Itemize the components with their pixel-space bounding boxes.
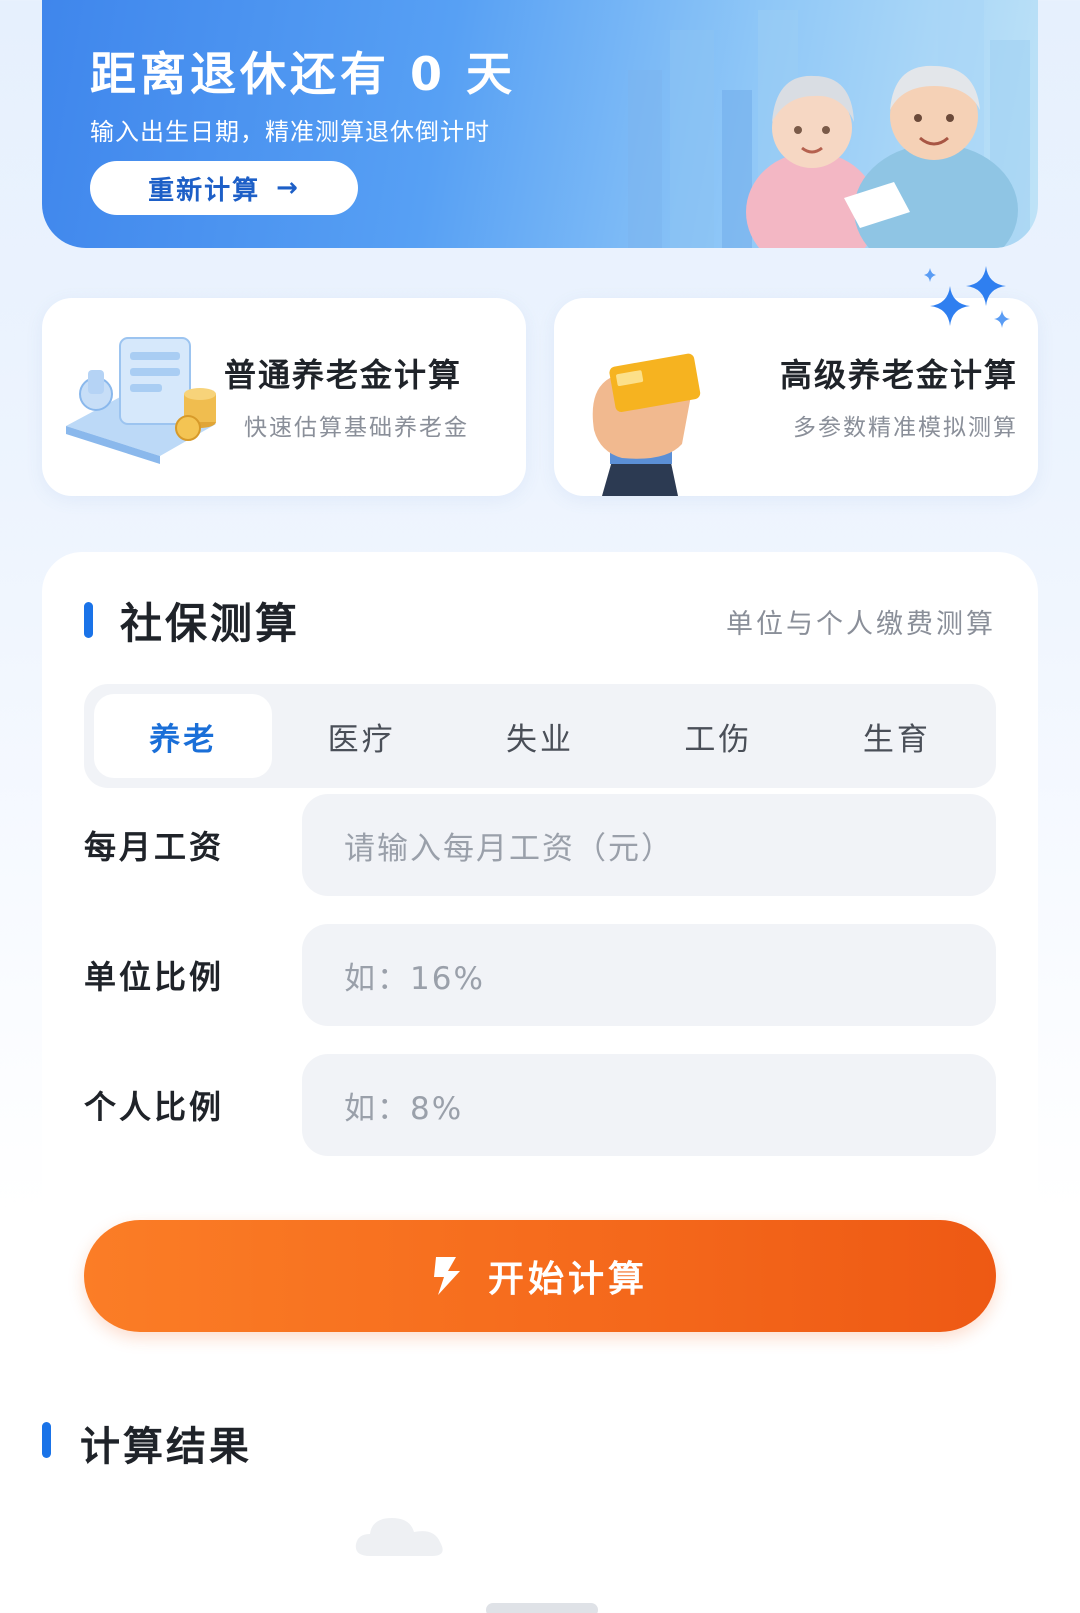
insurance-type-tabs: 养老 医疗 失业 工伤 生育	[84, 684, 996, 788]
lightning-icon	[433, 1257, 460, 1295]
empty-state-cloud-icon	[355, 1518, 443, 1556]
panel-subtitle: 单位与个人缴费测算	[726, 609, 996, 640]
countdown-subtitle: 输入出生日期，精准测算退休倒计时	[90, 118, 490, 146]
employer-rate-label: 单位比例	[84, 958, 225, 996]
hand-gold-card-icon	[592, 353, 701, 496]
basic-pension-subtitle: 快速估算基础养老金	[244, 415, 469, 441]
tab-unemployment[interactable]: 失业	[451, 694, 629, 778]
advanced-pension-title: 高级养老金计算	[779, 356, 1018, 394]
arrow-right-icon: →	[276, 173, 300, 203]
start-calculation-label: 开始计算	[487, 1259, 648, 1300]
recalculate-label: 重新计算	[148, 175, 261, 206]
tab-maternity[interactable]: 生育	[808, 694, 986, 778]
basic-pension-title: 普通养老金计算	[224, 356, 463, 394]
tab-work-injury[interactable]: 工伤	[629, 694, 807, 778]
result-title: 计算结果	[80, 1424, 252, 1470]
retirement-countdown-banner: 距离退休还有 0 天 输入出生日期，精准测算退休倒计时 重新计算 →	[42, 0, 1038, 248]
monthly-salary-label: 每月工资	[84, 828, 225, 866]
panel-title: 社保测算	[120, 599, 301, 648]
calculator-coins-icon	[66, 337, 216, 464]
section-accent-bar	[84, 602, 93, 638]
social-insurance-panel: 社保测算 单位与个人缴费测算 养老 医疗 失业 工伤 生育 每月工资 请输入每月…	[42, 552, 1038, 1352]
countdown-title: 距离退休还有 0 天	[90, 47, 517, 101]
start-calculation-button[interactable]: 开始计算	[84, 1220, 996, 1332]
result-accent-bar	[42, 1422, 51, 1458]
personal-rate-label: 个人比例	[84, 1088, 225, 1126]
recalculate-button[interactable]: 重新计算 →	[90, 161, 358, 215]
home-indicator	[486, 1603, 598, 1613]
monthly-salary-input[interactable]: 请输入每月工资（元）	[302, 794, 996, 896]
sparkle-icon	[924, 266, 1010, 328]
tab-medical[interactable]: 医疗	[272, 694, 450, 778]
basic-pension-calculator-card[interactable]: 普通养老金计算 快速估算基础养老金	[42, 298, 526, 496]
advanced-pension-subtitle: 多参数精准模拟测算	[793, 415, 1018, 441]
elderly-couple-illustration	[746, 65, 1018, 248]
tab-pension[interactable]: 养老	[94, 694, 273, 778]
personal-rate-input[interactable]: 如：8%	[302, 1054, 996, 1156]
employer-rate-input[interactable]: 如：16%	[302, 924, 996, 1026]
